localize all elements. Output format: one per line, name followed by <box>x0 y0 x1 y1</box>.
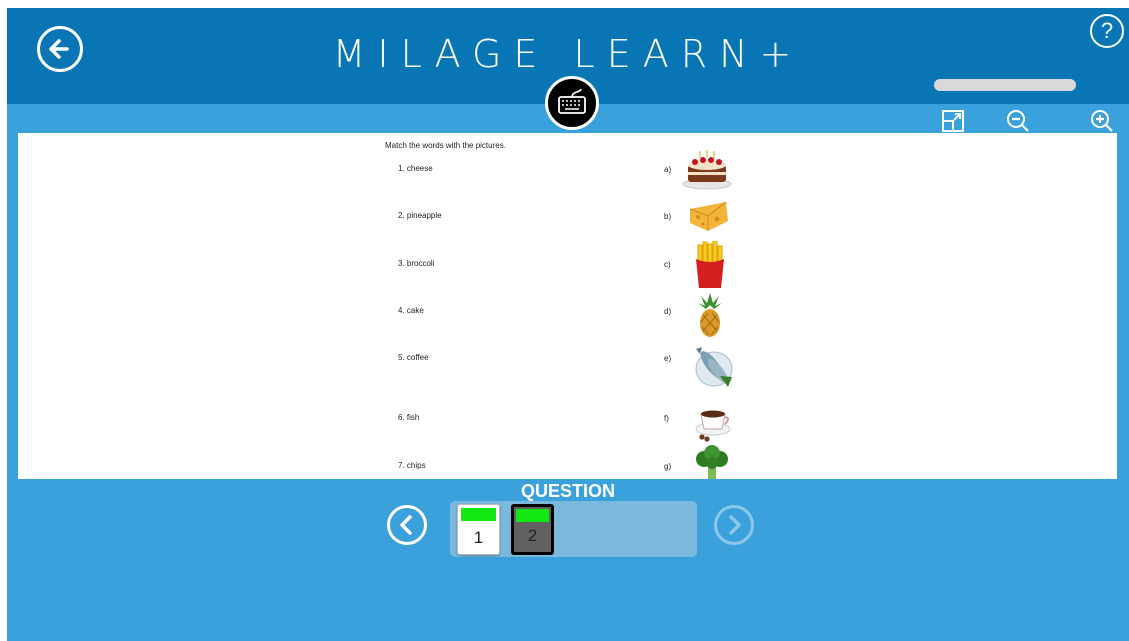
fish-picture <box>695 347 733 387</box>
question-number: 2 <box>527 526 538 545</box>
option-letter: a) <box>664 165 672 174</box>
keyboard-icon <box>558 88 586 114</box>
word-item: 6. fish <box>398 413 420 422</box>
cheese-picture <box>689 201 728 231</box>
coffee-picture <box>695 410 731 442</box>
word-item: 3. broccoli <box>398 259 435 268</box>
progress-bar <box>934 79 1076 91</box>
chevron-right-icon <box>729 515 741 535</box>
answered-marker <box>461 508 496 521</box>
option-letter: c) <box>664 260 671 269</box>
help-button[interactable]: ? <box>1090 14 1124 48</box>
chips-picture <box>696 241 724 288</box>
worksheet-page: Match the words with the pictures. 1. ch… <box>18 133 1117 479</box>
option-letter: e) <box>664 354 672 363</box>
word-item: 5. coffee <box>398 353 429 362</box>
answered-marker <box>516 509 549 522</box>
next-question-button[interactable] <box>714 505 754 545</box>
pineapple-picture <box>698 293 722 337</box>
zoom-in-icon[interactable] <box>1089 108 1115 134</box>
keyboard-toggle-button[interactable] <box>545 76 599 130</box>
word-item: 7. chips <box>398 461 426 470</box>
previous-question-button[interactable] <box>387 505 427 545</box>
word-item: 4. cake <box>398 306 424 315</box>
word-item: 2. pineapple <box>398 211 442 220</box>
broccoli-picture <box>696 445 728 479</box>
question-label: QUESTION <box>520 481 615 501</box>
cake-picture <box>682 150 732 190</box>
option-letter: d) <box>664 307 672 316</box>
option-letter: g) <box>664 462 672 471</box>
chevron-left-icon <box>400 515 412 535</box>
zoom-out-icon[interactable] <box>1005 108 1031 134</box>
question-tile-2[interactable]: 2 <box>511 504 554 555</box>
word-item: 1. cheese <box>398 164 433 173</box>
option-letter: f) <box>664 414 669 423</box>
worksheet-heading: Match the words with the pictures. <box>385 141 506 150</box>
question-tile-1[interactable]: 1 <box>457 504 500 555</box>
question-number: 1 <box>473 528 484 547</box>
app-window: MILAGE LEARN+ ? Match the words with the… <box>7 8 1129 641</box>
fit-screen-icon[interactable] <box>940 108 966 134</box>
option-letter: b) <box>664 212 672 221</box>
app-title: MILAGE LEARN+ <box>332 32 804 76</box>
